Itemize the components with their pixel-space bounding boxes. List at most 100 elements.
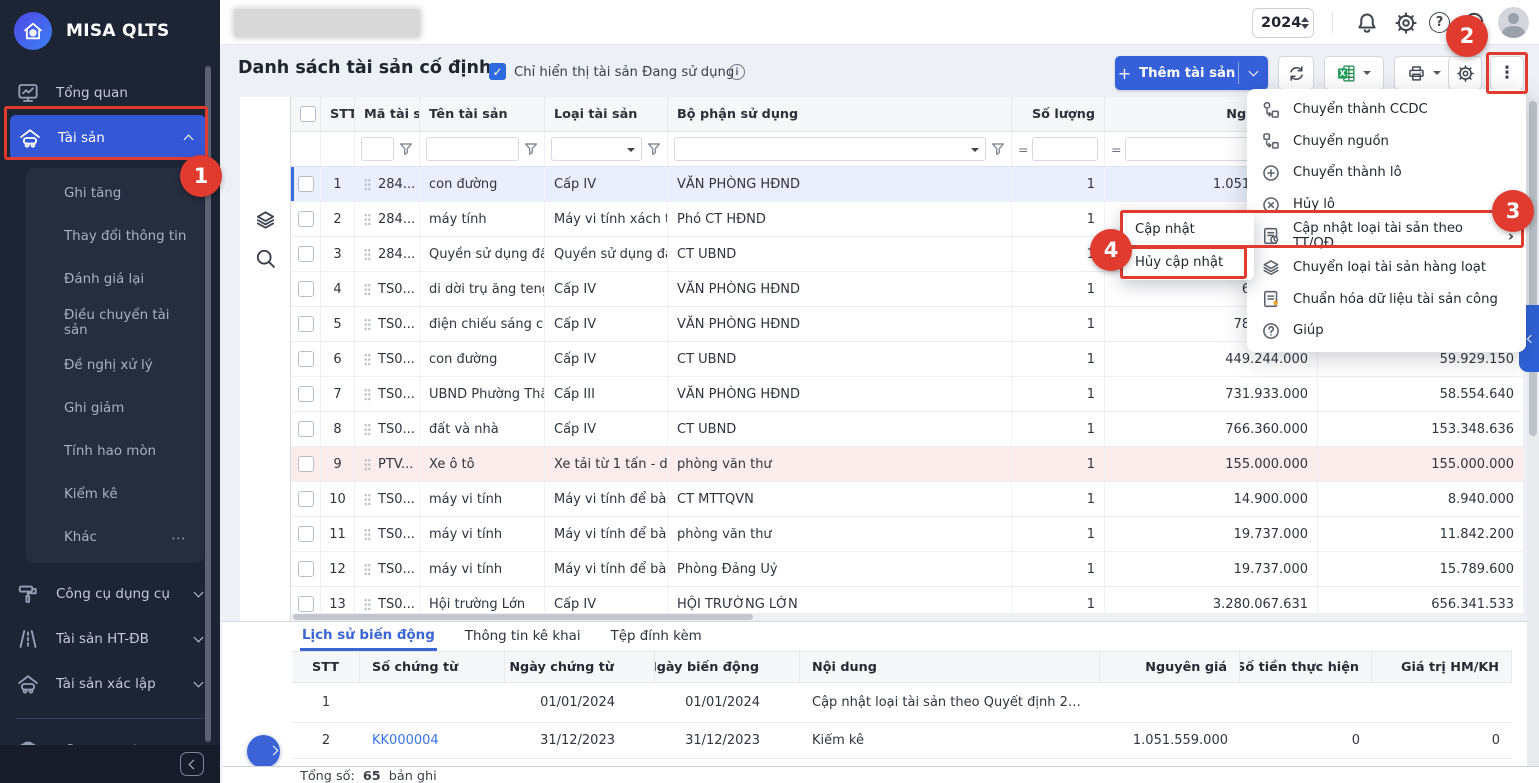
column-header-ma-tai-s[interactable]: Mã tài s... xyxy=(355,97,420,131)
drag-handle-icon[interactable] xyxy=(364,318,371,331)
sidebar-subitem-kiem-ke[interactable]: Kiểm kê xyxy=(26,473,204,516)
row-checkbox[interactable] xyxy=(298,596,314,612)
show-in-use-checkbox[interactable]: ✓ xyxy=(489,63,506,80)
feedback-button[interactable] xyxy=(1462,11,1486,35)
table-row[interactable]: 12TS0...máy vi tínhMáy vi tính để bànPhò… xyxy=(291,552,1524,587)
filter-input[interactable] xyxy=(361,137,394,161)
horizontal-scrollbar[interactable] xyxy=(291,613,1524,621)
row-checkbox[interactable] xyxy=(298,176,314,192)
menu-item-chuyen-thanh-ccdc[interactable]: Chuyển thành CCDC xyxy=(1247,94,1526,126)
row-checkbox[interactable] xyxy=(298,351,314,367)
column-header-ten-tai-san[interactable]: Tên tài sản xyxy=(420,97,545,131)
add-asset-button[interactable]: +Thêm tài sản xyxy=(1115,56,1238,90)
sidebar-item-tai-san-ht-db[interactable]: Tài sản HT-ĐB xyxy=(0,616,220,661)
table-row[interactable]: 10TS0...máy vi tínhMáy vi tính để bànCT … xyxy=(291,482,1524,517)
column-header-stt[interactable]: STT xyxy=(321,97,355,131)
drag-handle-icon[interactable] xyxy=(364,353,371,366)
settings-button[interactable] xyxy=(1394,11,1418,35)
drag-handle-icon[interactable] xyxy=(364,388,371,401)
tab-lich-su-bien-dong[interactable]: Lịch sử biến động xyxy=(300,622,437,651)
equals-operator[interactable]: = xyxy=(1018,142,1027,157)
table-row[interactable]: 11TS0...máy vi tínhMáy vi tính để bànphò… xyxy=(291,517,1524,552)
year-selector[interactable]: 2024 xyxy=(1252,8,1314,38)
filter-funnel-icon[interactable] xyxy=(399,142,413,156)
sidebar-subitem-de-nghi-xu-ly[interactable]: Đề nghị xử lý xyxy=(26,344,204,387)
row-checkbox[interactable] xyxy=(298,316,314,332)
row-checkbox[interactable] xyxy=(298,211,314,227)
drag-handle-icon[interactable] xyxy=(364,598,371,611)
more-actions-button[interactable]: ⋮ xyxy=(1490,56,1524,90)
menu-item-chuyen-loai-tai-san-hang-loat[interactable]: Chuyển loại tài sản hàng loạt xyxy=(1247,252,1526,284)
row-checkbox[interactable] xyxy=(298,421,314,437)
group-view-button[interactable] xyxy=(254,209,277,232)
row-checkbox[interactable] xyxy=(298,281,314,297)
sidebar-subitem-tinh-hao-mon[interactable]: Tính hao mòn xyxy=(26,430,204,473)
notifications-button[interactable] xyxy=(1355,11,1379,35)
filter-funnel-icon[interactable] xyxy=(647,142,661,156)
drag-handle-icon[interactable] xyxy=(364,563,371,576)
column-header-loai-tai-san[interactable]: Loại tài sản xyxy=(545,97,668,131)
table-settings-button[interactable] xyxy=(1448,56,1482,90)
user-avatar[interactable] xyxy=(1498,7,1529,38)
refresh-button[interactable] xyxy=(1278,56,1314,90)
help-button[interactable]: ? xyxy=(1429,12,1453,36)
sidebar-item-tong-quan[interactable]: Tổng quan xyxy=(0,70,220,115)
hscroll-thumb[interactable] xyxy=(293,614,753,620)
sidebar-subitem-ghi-giam[interactable]: Ghi giảm xyxy=(26,387,204,430)
sidebar-subitem-ghi-tang[interactable]: Ghi tăng xyxy=(26,172,204,215)
row-checkbox[interactable] xyxy=(298,491,314,507)
row-checkbox[interactable] xyxy=(298,561,314,577)
filter-funnel-icon[interactable] xyxy=(524,142,538,156)
detail-row[interactable]: 101/01/202401/01/2024Cập nhật loại tài s… xyxy=(292,683,1512,723)
add-asset-dropdown-button[interactable] xyxy=(1239,56,1268,90)
drag-handle-icon[interactable] xyxy=(364,493,371,506)
select-all-checkbox[interactable] xyxy=(300,106,316,122)
drag-handle-icon[interactable] xyxy=(364,283,371,296)
tab-tep-dinh-kem[interactable]: Tệp đính kèm xyxy=(609,622,704,651)
sidebar-subitem-danh-gia-lai[interactable]: Đánh giá lại xyxy=(26,258,204,301)
print-button[interactable] xyxy=(1394,56,1454,90)
table-row[interactable]: 9PTV...Xe ô tôXe tải từ 1 tấn - dưới 5 t… xyxy=(291,447,1524,482)
menu-item-chuan-hoa-du-lieu-tai-san-cong[interactable]: Chuẩn hóa dữ liệu tài sản công xyxy=(1247,284,1526,316)
filter-input[interactable] xyxy=(426,137,519,161)
column-header-select[interactable] xyxy=(291,97,321,131)
sidebar-item-cong-cu-dung-cu[interactable]: Công cụ dụng cụ xyxy=(0,571,220,616)
row-checkbox[interactable] xyxy=(298,526,314,542)
column-header-so-luong[interactable]: Số lượng xyxy=(1012,97,1105,131)
submenu-item-huy-cap-nhat[interactable]: Hủy cập nhật xyxy=(1120,246,1254,279)
menu-item-huy-lo[interactable]: Hủy lô xyxy=(1247,189,1526,221)
column-header-bo-phan-su-dung[interactable]: Bộ phận sử dụng xyxy=(668,97,1012,131)
filter-input[interactable] xyxy=(1032,137,1098,161)
info-icon[interactable]: i xyxy=(729,64,745,80)
table-row[interactable]: 8TS0...đất và nhàCấp IVCT UBND1766.360.0… xyxy=(291,412,1524,447)
vertical-scrollbar[interactable] xyxy=(1527,97,1539,783)
sidebar-subitem-khac[interactable]: Khác⋯ xyxy=(26,516,204,559)
equals-operator[interactable]: = xyxy=(1111,142,1120,157)
sidebar-subitem-thay-doi-thong-tin[interactable]: Thay đổi thông tin xyxy=(26,215,204,258)
sidebar-scrollbar[interactable] xyxy=(205,66,211,742)
tab-thong-tin-ke-khai[interactable]: Thông tin kê khai xyxy=(463,622,583,651)
document-link[interactable]: KK000004 xyxy=(372,733,439,748)
filter-input[interactable] xyxy=(551,137,642,161)
submenu-item-cap-nhat[interactable]: Cập nhật xyxy=(1120,213,1254,246)
menu-item-cap-nhat-loai-tai-san-theo-tt-qd[interactable]: Cập nhật loại tài sản theo TT/QĐ› xyxy=(1247,220,1526,252)
menu-item-chuyen-nguon[interactable]: Chuyển nguồn xyxy=(1247,126,1526,158)
row-checkbox[interactable] xyxy=(298,386,314,402)
sidebar-item-tai-san[interactable]: Tài sản xyxy=(10,115,206,160)
expand-panel-button[interactable] xyxy=(247,735,280,768)
app-logo[interactable]: MISA QLTS xyxy=(0,0,220,62)
menu-item-chuyen-thanh-lo[interactable]: Chuyển thành lô xyxy=(1247,157,1526,189)
row-checkbox[interactable] xyxy=(298,456,314,472)
sidebar-collapse-button[interactable] xyxy=(180,752,204,776)
drag-handle-icon[interactable] xyxy=(364,528,371,541)
search-button[interactable] xyxy=(254,247,277,270)
vscroll-thumb[interactable] xyxy=(1529,101,1537,436)
drag-handle-icon[interactable] xyxy=(364,423,371,436)
sidebar-item-tai-san-xac-lap[interactable]: Tài sản xác lập xyxy=(0,661,220,706)
export-excel-button[interactable]: X xyxy=(1324,56,1384,90)
drag-handle-icon[interactable] xyxy=(364,248,371,261)
drag-handle-icon[interactable] xyxy=(364,178,371,191)
table-row[interactable]: 7TS0...UBND Phường Thắng LợiCấp IIIVĂN P… xyxy=(291,377,1524,412)
year-spinner-icon[interactable] xyxy=(1301,17,1309,29)
row-checkbox[interactable] xyxy=(298,246,314,262)
